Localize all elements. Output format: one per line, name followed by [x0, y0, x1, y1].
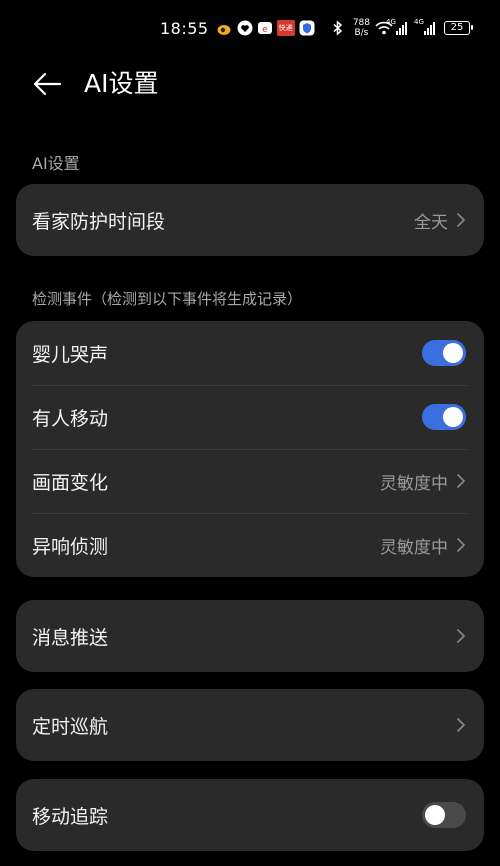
app-notification-icon: e	[257, 20, 273, 36]
back-arrow-icon	[33, 72, 62, 96]
chevron-right-icon	[456, 537, 466, 553]
weibo-icon	[217, 20, 233, 36]
network-speed-value: 788	[352, 18, 370, 28]
chevron-right-icon	[456, 473, 466, 489]
switch-knob	[425, 805, 445, 825]
heart-shield-icon	[237, 20, 253, 36]
express-app-icon: 快递	[276, 20, 295, 36]
picture-change-label: 画面变化	[32, 471, 109, 494]
timed-cruise-row[interactable]: 定时巡航	[16, 689, 484, 761]
motion-tracking-switch[interactable]	[422, 802, 466, 828]
person-move-row: 有人移动	[16, 385, 484, 449]
cruise-card: 定时巡航	[16, 689, 484, 761]
signal-1-icon: 4G	[386, 18, 407, 35]
back-button[interactable]	[30, 68, 64, 100]
status-bar: 18:55 e 快递 788 B/s 4G 4G 25	[0, 0, 500, 56]
abnormal-sound-row[interactable]: 异响侦测 灵敏度中	[16, 513, 484, 577]
timed-cruise-label: 定时巡航	[32, 715, 109, 738]
baby-cry-label: 婴儿哭声	[32, 343, 109, 366]
section-label-ai-settings: AI设置	[32, 154, 80, 173]
screen: 18:55 e 快递 788 B/s 4G 4G 25 AI设置 AI设置 看家…	[0, 0, 500, 866]
signal-2-icon: 4G	[414, 18, 435, 35]
chevron-right-icon	[456, 212, 466, 228]
signal-2-type: 4G	[414, 18, 424, 26]
page-title: AI设置	[84, 69, 159, 98]
notification-icons: e 快递	[217, 20, 315, 36]
home-guard-value: 全天	[414, 212, 448, 233]
motion-tracking-label: 移动追踪	[32, 805, 109, 828]
battery-level: 25	[450, 22, 464, 33]
switch-knob	[443, 407, 463, 427]
app-header: AI设置	[0, 56, 500, 112]
message-push-row[interactable]: 消息推送	[16, 600, 484, 672]
express-app-badge: 快递	[278, 24, 293, 32]
baby-cry-row: 婴儿哭声	[16, 321, 484, 385]
baby-cry-switch[interactable]	[422, 340, 466, 366]
system-status-icons: 788 B/s 4G 4G 25	[332, 18, 473, 38]
person-move-switch[interactable]	[422, 404, 466, 430]
abnormal-sound-label: 异响侦测	[32, 535, 109, 558]
shield-app-icon	[299, 20, 315, 36]
section-label-detect-events: 检测事件（检测到以下事件将生成记录）	[32, 290, 303, 308]
svg-text:e: e	[262, 25, 268, 35]
signal-1-type: 4G	[386, 18, 396, 26]
tracking-card: 移动追踪	[16, 779, 484, 851]
detect-events-card: 婴儿哭声 有人移动 画面变化 灵敏度中 异响侦测 灵敏度中	[16, 321, 484, 577]
message-push-label: 消息推送	[32, 626, 109, 649]
abnormal-sound-value: 灵敏度中	[380, 537, 448, 558]
network-speed-unit: B/s	[354, 28, 369, 38]
motion-tracking-row: 移动追踪	[16, 779, 484, 851]
chevron-right-icon	[456, 717, 466, 733]
home-guard-label: 看家防护时间段	[32, 210, 166, 233]
bluetooth-icon	[332, 20, 348, 36]
switch-knob	[443, 343, 463, 363]
chevron-right-icon	[456, 628, 466, 644]
home-guard-card: 看家防护时间段 全天	[16, 184, 484, 256]
picture-change-value: 灵敏度中	[380, 473, 448, 494]
push-card: 消息推送	[16, 600, 484, 672]
battery-icon: 25	[444, 21, 473, 35]
home-guard-time-row[interactable]: 看家防护时间段 全天	[16, 184, 484, 256]
person-move-label: 有人移动	[32, 407, 109, 430]
picture-change-row[interactable]: 画面变化 灵敏度中	[16, 449, 484, 513]
network-speed: 788 B/s	[353, 18, 370, 38]
status-time: 18:55	[160, 18, 209, 38]
